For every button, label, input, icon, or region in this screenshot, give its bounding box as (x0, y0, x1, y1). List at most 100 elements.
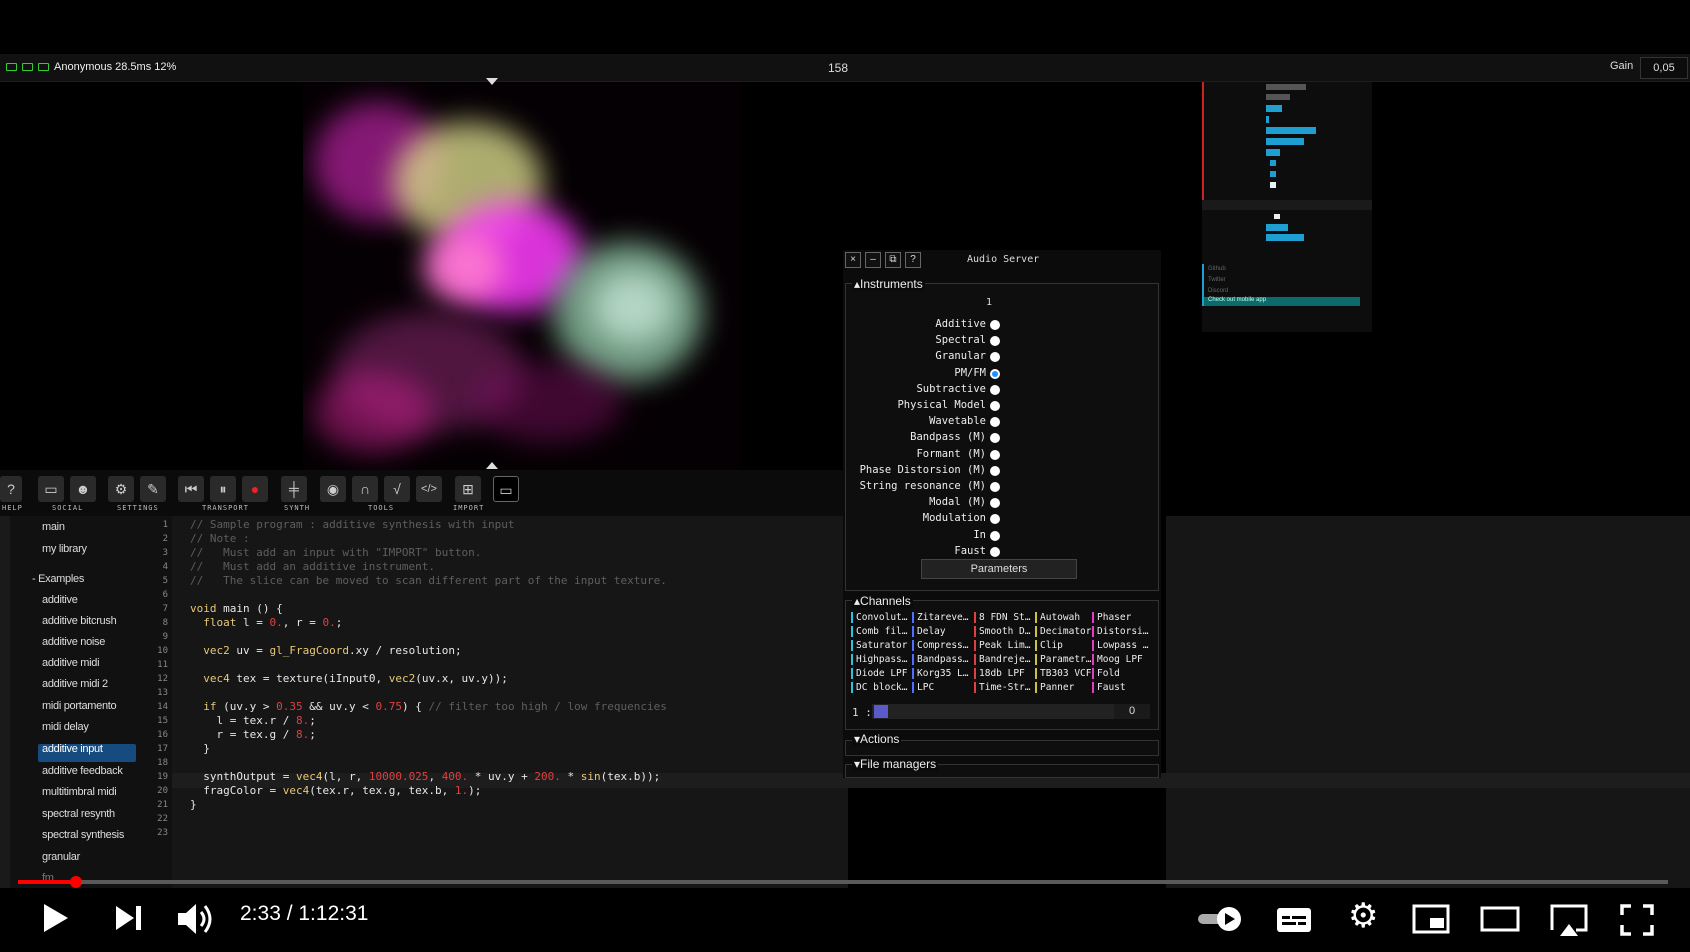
instrument-radio[interactable] (990, 401, 1000, 411)
monitor-icon[interactable] (6, 63, 17, 71)
code-line[interactable]: // Note : (190, 532, 250, 545)
channel-slider[interactable] (872, 704, 1114, 719)
play-icon[interactable] (40, 902, 72, 934)
github-link[interactable]: Github (1208, 266, 1226, 272)
video-player[interactable]: { "status":{"user_text":"Anonymous 28.5m… (0, 0, 1690, 952)
progress-scrubber[interactable] (70, 876, 82, 888)
rewind-icon[interactable]: ⏮ (178, 476, 204, 502)
discord-link[interactable]: Discord (1208, 288, 1228, 294)
canvas-slice-bottom-handle[interactable] (486, 462, 498, 469)
close-icon[interactable]: × (845, 252, 861, 268)
theater-mode-icon[interactable] (1480, 906, 1520, 932)
code-line[interactable]: fragColor = vec4(tex.r, tex.g, tex.b, 1.… (190, 784, 481, 797)
minimize-icon[interactable]: – (865, 252, 881, 268)
synth-icon[interactable]: ╪ (281, 476, 307, 502)
channel-item[interactable]: DC block… (851, 682, 911, 693)
help-icon[interactable]: ? (0, 476, 22, 502)
channel-item[interactable]: Phaser (1092, 612, 1152, 623)
sidebar-item-selected[interactable]: additive input (42, 743, 103, 755)
sidebar-item[interactable]: spectral synthesis (42, 829, 124, 841)
channel-item[interactable]: Moog LPF (1092, 654, 1152, 665)
channel-item[interactable]: Smooth D… (974, 626, 1034, 637)
detach-icon[interactable]: ⧉ (885, 252, 901, 268)
brush-icon[interactable]: ✎ (140, 476, 166, 502)
channel-item[interactable]: 8 FDN St… (974, 612, 1034, 623)
sidebar-folder-examples[interactable]: - Examples (32, 573, 84, 585)
mobile-app-link[interactable]: Check out mobile app (1208, 297, 1266, 303)
instrument-radio[interactable] (990, 320, 1000, 330)
sidebar-item[interactable]: additive (42, 594, 78, 606)
channel-item[interactable]: TB303 VCF (1035, 668, 1095, 679)
channel-item[interactable]: Fold (1092, 668, 1152, 679)
sidebar-item[interactable]: additive noise (42, 636, 105, 648)
next-icon[interactable] (114, 904, 144, 932)
instruments-header[interactable]: ▴Instruments (852, 277, 925, 291)
channel-item[interactable]: Compress… (912, 640, 972, 651)
fullscreen-icon[interactable] (1620, 904, 1654, 936)
channel-item[interactable]: Time-Str… (974, 682, 1034, 693)
settings-gear-icon[interactable]: ⚙ (1348, 896, 1378, 936)
gain-input[interactable]: 0,05 (1640, 57, 1688, 79)
eye-icon[interactable]: ◉ (320, 476, 346, 502)
monitor-icon[interactable] (38, 63, 49, 71)
channel-value[interactable]: 0 (1114, 704, 1150, 719)
settings-icon[interactable]: ⚙ (108, 476, 134, 502)
channel-item[interactable]: Diode LPF (851, 668, 911, 679)
render-canvas[interactable] (303, 82, 740, 470)
sidebar-item[interactable]: multitimbral midi (42, 786, 117, 798)
miniplayer-icon[interactable] (1412, 904, 1450, 934)
channel-item[interactable]: Bandreje… (974, 654, 1034, 665)
channel-item[interactable]: 18db LPF (974, 668, 1034, 679)
code-line[interactable]: synthOutput = vec4(l, r, 10000.025, 400.… (190, 770, 660, 783)
display-icon[interactable]: ▭ (493, 476, 519, 502)
channel-item[interactable]: Parametr… (1035, 654, 1095, 665)
code-line[interactable]: // Must add an additive instrument. (190, 560, 435, 573)
code-line[interactable]: // The slice can be moved to scan differ… (190, 574, 667, 587)
instrument-radio[interactable] (990, 530, 1000, 541)
code-line[interactable]: // Sample program : additive synthesis w… (190, 518, 515, 531)
subtitles-icon[interactable] (1276, 906, 1312, 934)
channel-item[interactable]: Distorsi… (1092, 626, 1152, 637)
import-icon[interactable]: ⊞ (455, 476, 481, 502)
channels-header[interactable]: ▴Channels (852, 594, 913, 608)
code-line[interactable]: r = tex.g / 8.; (190, 728, 315, 741)
sidebar-item[interactable]: additive feedback (42, 765, 123, 777)
record-icon[interactable]: ● (242, 476, 268, 502)
code-editor-area[interactable] (1166, 516, 1690, 888)
channel-item[interactable]: LPC (912, 682, 972, 693)
sidebar-scrollbar[interactable] (0, 516, 10, 888)
sidebar-item[interactable]: midi portamento (42, 700, 117, 712)
channel-item[interactable]: Delay (912, 626, 972, 637)
channel-slider-handle[interactable] (874, 705, 888, 718)
code-line[interactable]: vec2 uv = gl_FragCoord.xy / resolution; (190, 644, 461, 657)
code-line[interactable]: } (190, 798, 197, 811)
channel-item[interactable]: Lowpass … (1092, 640, 1152, 651)
channel-item[interactable]: Comb fil… (851, 626, 911, 637)
sidebar-item-main[interactable]: main (42, 521, 65, 533)
channel-item[interactable]: Convolut… (851, 612, 911, 623)
channel-item[interactable]: Decimator (1035, 626, 1095, 637)
channel-item[interactable]: Clip (1035, 640, 1095, 651)
checkmark-icon[interactable]: √ (384, 476, 410, 502)
code-line[interactable]: l = tex.r / 8.; (190, 714, 315, 727)
code-line[interactable]: if (uv.y > 0.35 && uv.y < 0.75) { // fil… (190, 700, 667, 713)
parameters-button[interactable]: Parameters (921, 559, 1077, 579)
code-line[interactable]: // Must add an input with "IMPORT" butto… (190, 546, 481, 559)
chat-icon[interactable]: ▭ (38, 476, 64, 502)
channel-item[interactable]: Bandpass… (912, 654, 972, 665)
sidebar-item[interactable]: additive midi (42, 657, 100, 669)
sidebar-item[interactable]: granular (42, 851, 80, 863)
progress-track[interactable] (18, 880, 1668, 884)
sidebar-item[interactable]: additive midi 2 (42, 678, 108, 690)
code-line[interactable]: float l = 0., r = 0.; (190, 616, 342, 629)
instrument-radio[interactable] (990, 465, 1000, 476)
channel-item[interactable]: Panner (1035, 682, 1095, 693)
binoculars-icon[interactable]: ∩ (352, 476, 378, 502)
channel-item[interactable]: Highpass… (851, 654, 911, 665)
code-line[interactable]: vec4 tex = texture(iInput0, vec2(uv.x, u… (190, 672, 508, 685)
sidebar-item[interactable]: midi delay (42, 721, 89, 733)
channel-item[interactable]: Zitareve… (912, 612, 972, 623)
code-line[interactable]: void main () { (190, 602, 283, 615)
help-icon[interactable]: ? (905, 252, 921, 268)
code-line[interactable]: } (190, 742, 210, 755)
